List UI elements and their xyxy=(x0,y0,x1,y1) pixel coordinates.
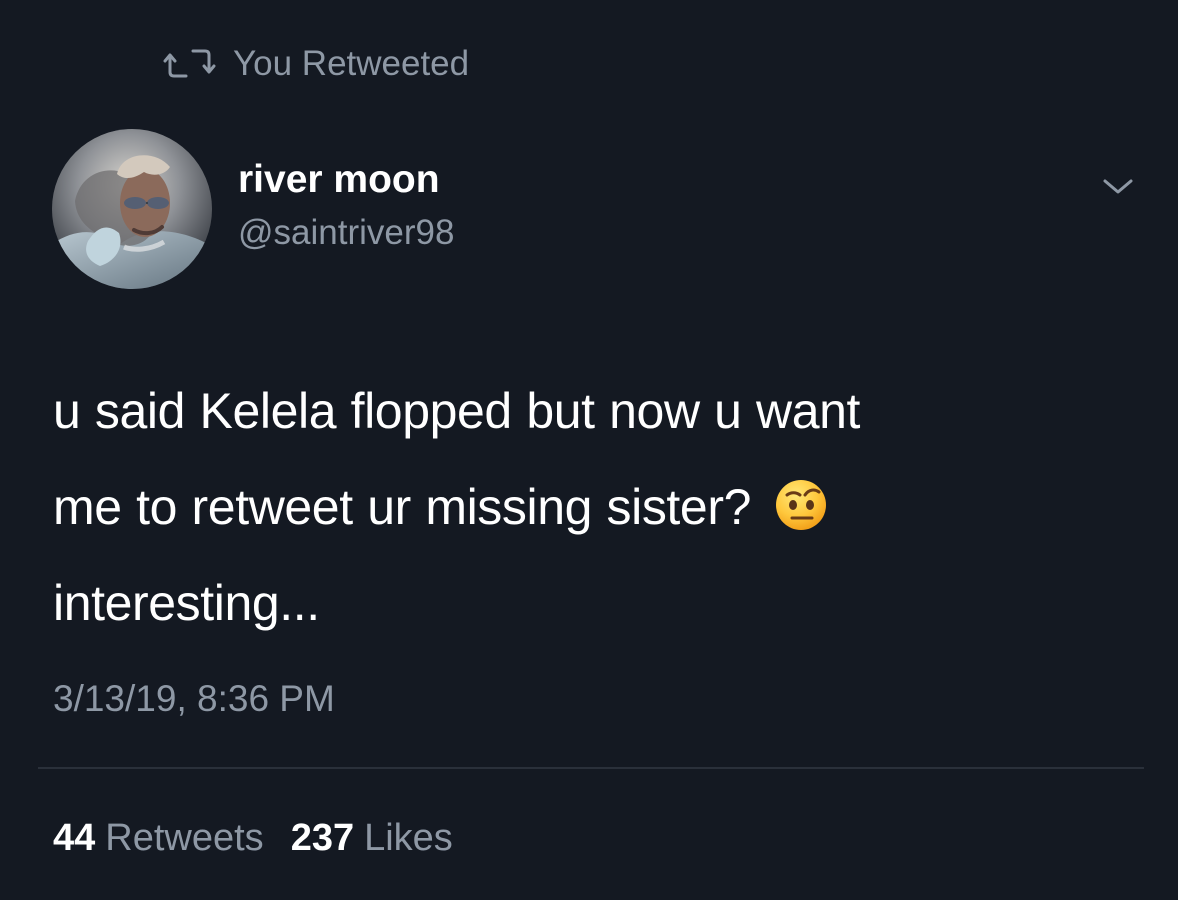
author-display-name[interactable]: river moon xyxy=(238,158,454,202)
tweet-stats: 44 Retweets 237 Likes xyxy=(53,819,480,857)
likes-label[interactable]: Likes xyxy=(364,819,453,857)
author-info[interactable]: river moon @saintriver98 xyxy=(238,158,454,252)
avatar[interactable] xyxy=(52,129,212,289)
tweet-line-1: u said Kelela flopped but now u want xyxy=(53,383,861,439)
tweet-line-2-container: me to retweet ur missing sister? xyxy=(53,459,1113,555)
tweet-timestamp[interactable]: 3/13/19, 8:36 PM xyxy=(53,680,335,717)
face-with-raised-eyebrow-emoji xyxy=(774,467,828,530)
retweets-stat[interactable]: 44 Retweets xyxy=(53,819,264,857)
tweet-line-3: interesting... xyxy=(53,575,320,631)
author-handle[interactable]: @saintriver98 xyxy=(238,213,454,253)
likes-count[interactable]: 237 xyxy=(291,819,354,857)
retweeted-label: You Retweeted xyxy=(233,43,470,83)
retweet-indicator: You Retweeted xyxy=(162,44,469,82)
likes-stat[interactable]: 237 Likes xyxy=(291,819,453,857)
retweets-count[interactable]: 44 xyxy=(53,819,95,857)
tweet-body: u said Kelela flopped but now u want me … xyxy=(53,363,1113,651)
divider xyxy=(38,767,1144,769)
tweet-card: You Retweeted river moon @saintriver98 u… xyxy=(0,0,1178,900)
tweet-line-2: me to retweet ur missing sister? xyxy=(53,479,751,535)
chevron-down-icon[interactable] xyxy=(1097,170,1139,202)
profile-avatar xyxy=(52,129,212,289)
retweets-label[interactable]: Retweets xyxy=(105,819,263,857)
retweet-icon xyxy=(162,44,217,82)
